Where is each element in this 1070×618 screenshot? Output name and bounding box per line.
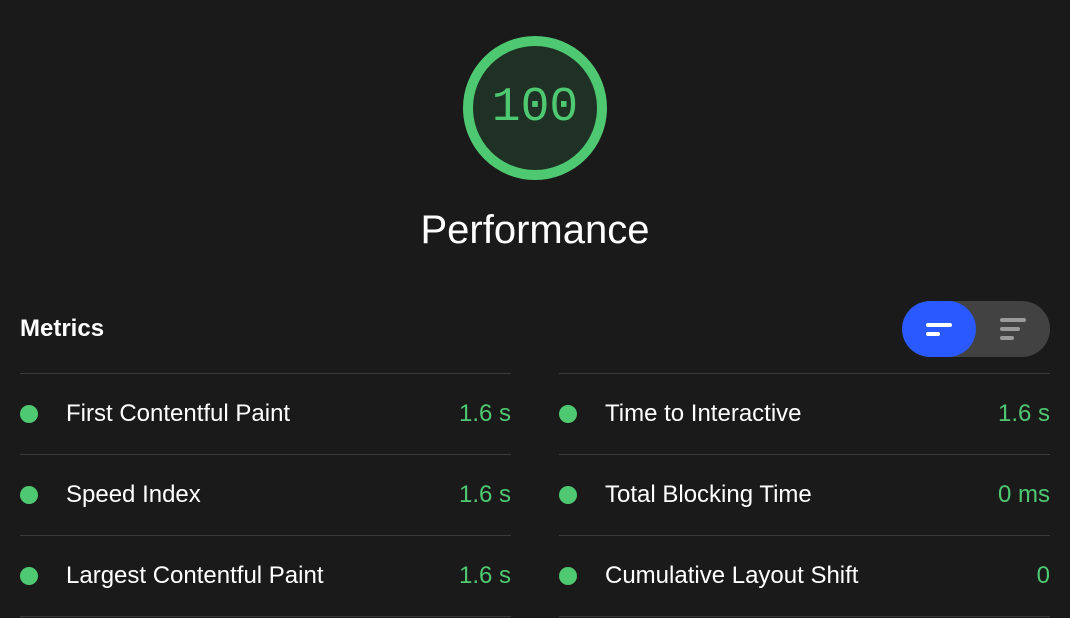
metric-row: Cumulative Layout Shift 0 (559, 535, 1050, 617)
metric-value: 0 (1037, 562, 1050, 590)
metrics-header: Metrics (0, 301, 1070, 357)
metric-label: Cumulative Layout Shift (605, 562, 1037, 590)
status-dot-icon (20, 405, 38, 423)
metric-value: 0 ms (998, 481, 1050, 509)
metric-row: Total Blocking Time 0 ms (559, 454, 1050, 535)
metric-label: Total Blocking Time (605, 481, 998, 509)
metric-row: Largest Contentful Paint 1.6 s (20, 535, 511, 617)
score-gauge: 100 (463, 36, 607, 180)
metrics-grid: First Contentful Paint 1.6 s Speed Index… (0, 373, 1070, 617)
metric-label: Time to Interactive (605, 400, 998, 428)
metric-value: 1.6 s (459, 562, 511, 590)
metric-label: Speed Index (66, 481, 459, 509)
status-dot-icon (20, 567, 38, 585)
compact-view-icon (926, 323, 952, 336)
performance-gauge-section: 100 Performance (0, 0, 1070, 253)
metrics-column-left: First Contentful Paint 1.6 s Speed Index… (20, 373, 511, 617)
score-value: 100 (492, 81, 578, 135)
metric-value: 1.6 s (998, 400, 1050, 428)
status-dot-icon (559, 486, 577, 504)
metric-value: 1.6 s (459, 481, 511, 509)
metric-row: First Contentful Paint 1.6 s (20, 373, 511, 454)
status-dot-icon (559, 405, 577, 423)
metrics-column-right: Time to Interactive 1.6 s Total Blocking… (559, 373, 1050, 617)
metric-row: Speed Index 1.6 s (20, 454, 511, 535)
metric-value: 1.6 s (459, 400, 511, 428)
view-toggle-group (902, 301, 1050, 357)
metric-row: Time to Interactive 1.6 s (559, 373, 1050, 454)
metrics-heading: Metrics (20, 315, 104, 343)
view-compact-button[interactable] (902, 301, 976, 357)
view-expanded-button[interactable] (976, 301, 1050, 357)
status-dot-icon (20, 486, 38, 504)
metric-label: First Contentful Paint (66, 400, 459, 428)
status-dot-icon (559, 567, 577, 585)
gauge-title: Performance (421, 208, 650, 253)
expanded-view-icon (1000, 318, 1026, 340)
metric-label: Largest Contentful Paint (66, 562, 459, 590)
